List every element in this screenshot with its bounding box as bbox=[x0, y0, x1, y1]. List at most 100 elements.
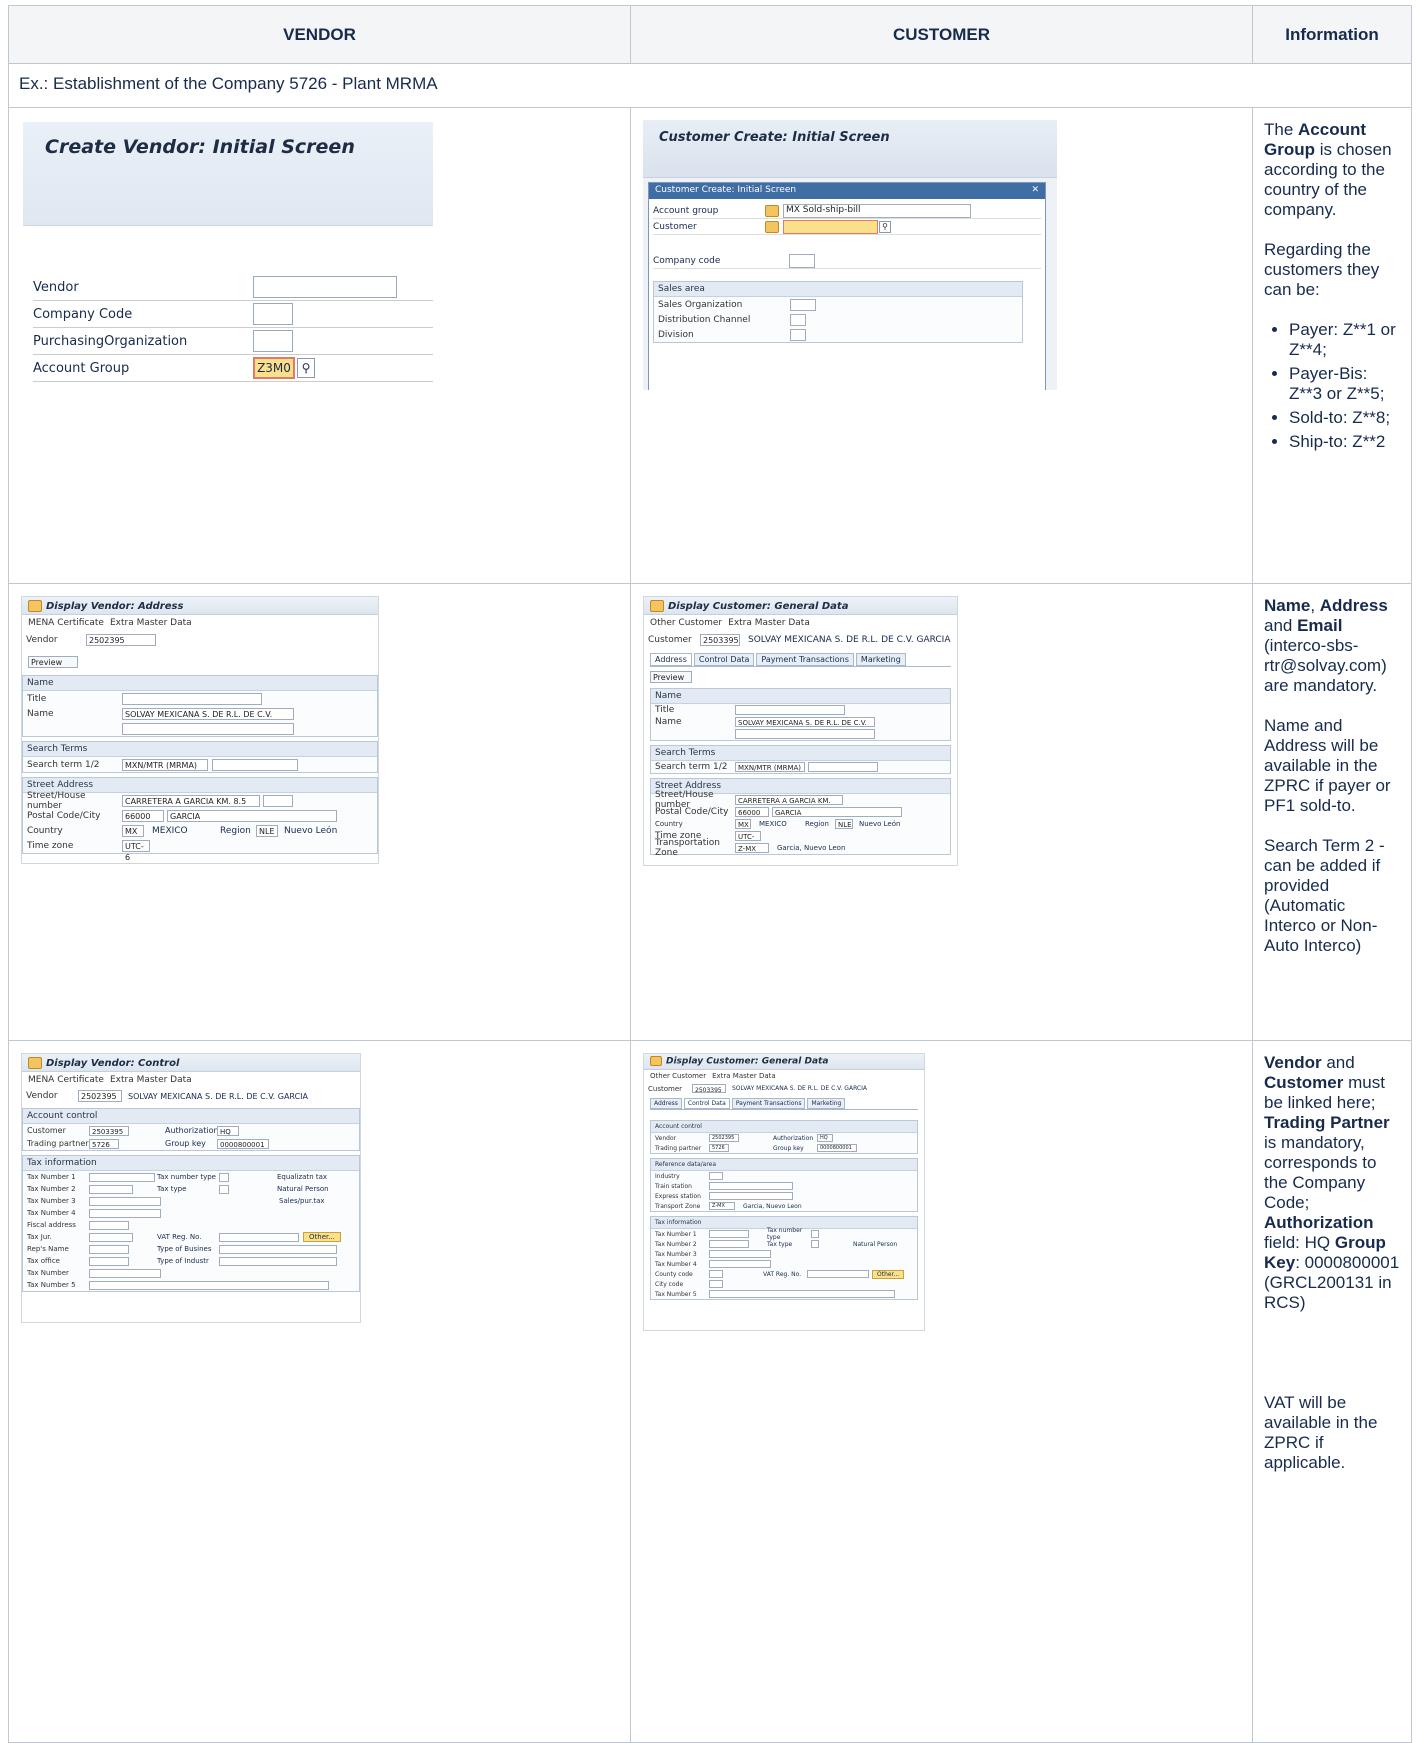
other-button[interactable]: Other... bbox=[303, 1232, 341, 1242]
natural-person-checkbox[interactable]: Natural Person bbox=[277, 1185, 329, 1193]
customer-control-title: Display Customer: General Data bbox=[666, 1056, 829, 1067]
postal-label: Postal Code/City bbox=[655, 807, 729, 817]
company-code-input[interactable] bbox=[253, 303, 293, 325]
info-address-cell: Name, Address and Email (interco-sbs-rtr… bbox=[1252, 583, 1412, 1041]
vendor-input[interactable] bbox=[253, 276, 397, 298]
tax-type-label: Tax type bbox=[157, 1185, 187, 1193]
account-control-header: Account control bbox=[23, 1109, 359, 1124]
extra-master-data-button[interactable]: Extra Master Data bbox=[110, 618, 192, 628]
tax-type-label: Tax type bbox=[767, 1240, 793, 1248]
sales-org-label: Sales Organization bbox=[658, 299, 743, 310]
street-value: CARRETERA A GARCIA KM. 8.5 bbox=[122, 794, 260, 807]
customer-label: Customer bbox=[653, 221, 697, 232]
info-linking: Vendor and Customer must be linked here;… bbox=[1264, 1053, 1400, 1312]
title-select[interactable] bbox=[735, 705, 845, 715]
row-address: Display Vendor: Address MENA Certificate… bbox=[8, 583, 1412, 1041]
type-of-business-label: Type of Busines bbox=[157, 1245, 212, 1253]
tax-office-label: Tax office bbox=[27, 1257, 60, 1265]
city-value: GARCIA bbox=[772, 807, 902, 817]
country-code: MX bbox=[122, 824, 144, 837]
tax-number-2-label: Tax Number 2 bbox=[27, 1185, 76, 1193]
tax-number-1-label: Tax Number 1 bbox=[27, 1173, 76, 1181]
tax-number-3-label: Tax Number 3 bbox=[27, 1197, 76, 1205]
sales-pur-tax-checkbox[interactable]: Sales/pur.tax bbox=[279, 1197, 325, 1205]
division-label: Division bbox=[658, 329, 694, 340]
equalization-tax-checkbox[interactable]: Equalizatn tax bbox=[277, 1173, 327, 1181]
search-term-label: Search term 1/2 bbox=[655, 762, 728, 772]
country-code: MX bbox=[735, 819, 751, 829]
sales-org-input[interactable] bbox=[790, 298, 816, 311]
info-search-term: Search Term 2 - can be added if provided… bbox=[1264, 836, 1385, 955]
info-control-cell: Vendor and Customer must be linked here;… bbox=[1252, 1040, 1412, 1743]
customer-header: CUSTOMER bbox=[630, 5, 1253, 64]
row-initial-screen: Create Vendor: Initial Screen Vendor Com… bbox=[8, 107, 1412, 584]
group-key-value: 0000800001 bbox=[217, 1138, 269, 1149]
tab-address[interactable]: Address bbox=[650, 653, 692, 666]
industry-label: Industry bbox=[655, 1172, 680, 1180]
extra-master-data-button[interactable]: Extra Master Data bbox=[728, 618, 810, 628]
close-icon[interactable]: ✕ bbox=[1031, 185, 1039, 197]
timezone-value: UTC-6 bbox=[122, 839, 150, 862]
mena-certificate-button[interactable]: MENA Certificate bbox=[28, 618, 104, 628]
tax-jur-label: Tax Jur. bbox=[27, 1233, 52, 1241]
express-station-label: Express station bbox=[655, 1192, 701, 1200]
region-code: NLE bbox=[256, 824, 278, 837]
title-select[interactable] bbox=[122, 692, 262, 705]
company-code-input[interactable] bbox=[789, 253, 815, 268]
customer-initial-cell: Customer Create: Initial Screen Customer… bbox=[630, 107, 1253, 584]
other-customer-button[interactable]: Other Customer bbox=[650, 1072, 706, 1080]
tab-control-data[interactable]: Control Data bbox=[693, 653, 755, 666]
customer-initial-dialog: Customer Create: Initial Screen ✕ Accoun… bbox=[648, 182, 1046, 390]
trading-partner-label: Trading partner bbox=[27, 1139, 89, 1148]
name-2-field bbox=[122, 722, 294, 735]
postal-value: 66000 bbox=[735, 807, 769, 817]
info-mandatory: Name, Address and Email (interco-sbs-rtr… bbox=[1264, 596, 1388, 695]
other-customer-button[interactable]: Other Customer bbox=[650, 618, 722, 628]
natural-person-checkbox[interactable]: Natural Person bbox=[853, 1241, 897, 1248]
search-group-header: Search Terms bbox=[23, 742, 377, 757]
mena-certificate-button[interactable]: MENA Certificate bbox=[28, 1075, 104, 1085]
tab-payment-transactions[interactable]: Payment Transactions bbox=[756, 653, 854, 666]
train-station-label: Train station bbox=[655, 1182, 692, 1190]
tab-marketing[interactable]: Marketing bbox=[807, 1098, 846, 1109]
transport-zone-label: Transportation Zone bbox=[655, 838, 720, 858]
dist-channel-input[interactable] bbox=[790, 313, 806, 326]
transport-zone-value: Z-MX bbox=[709, 1202, 735, 1210]
tab-address[interactable]: Address bbox=[650, 1098, 682, 1109]
search-icon[interactable]: ⚲ bbox=[297, 358, 315, 378]
division-input[interactable] bbox=[790, 328, 806, 341]
transport-zone-name: Garcia, Nuevo Leon bbox=[777, 844, 846, 852]
title-label: Title bbox=[27, 693, 47, 704]
tax-number-4-label: Tax Number 4 bbox=[27, 1209, 76, 1217]
transport-zone-label: Transport Zone bbox=[655, 1202, 701, 1210]
main-table: VENDOR CUSTOMER Information Ex.: Establi… bbox=[8, 5, 1412, 1743]
preview-button[interactable]: Preview bbox=[28, 656, 78, 668]
search-term-value: MXN/MTR (MRMA) bbox=[735, 762, 805, 772]
account-group-input[interactable]: Z3M0 bbox=[253, 357, 295, 379]
purchasing-org-input[interactable] bbox=[253, 330, 293, 352]
other-button[interactable]: Other... bbox=[872, 1269, 905, 1279]
customer-icon bbox=[765, 220, 779, 233]
tab-marketing[interactable]: Marketing bbox=[855, 653, 906, 666]
account-group-select[interactable]: MX Sold-ship-bill bbox=[783, 203, 971, 218]
customer-input[interactable] bbox=[783, 219, 878, 234]
vendor-field-label: Vendor bbox=[33, 279, 79, 295]
customer-control-screenshot: Display Customer: General Data Other Cus… bbox=[643, 1053, 925, 1331]
customer-initial-title: Customer Create: Initial Screen bbox=[659, 130, 890, 145]
account-group-icon bbox=[765, 204, 779, 217]
preview-button[interactable]: Preview bbox=[650, 671, 692, 683]
tab-payment-transactions[interactable]: Payment Transactions bbox=[731, 1098, 806, 1109]
fiscal-address-label: Fiscal address bbox=[27, 1221, 76, 1229]
purchasing-org-label: PurchasingOrganization bbox=[33, 333, 188, 349]
authorization-value: HQ bbox=[817, 1134, 833, 1142]
street-label: Street/House number bbox=[27, 790, 86, 811]
customer-type-list: Payer: Z**1 or Z**4; Payer-Bis: Z**3 or … bbox=[1264, 320, 1401, 452]
customer-general-title: Display Customer: General Data bbox=[668, 601, 849, 612]
country-label: Country bbox=[27, 825, 63, 836]
customer-value: 2503395 bbox=[700, 634, 740, 646]
tab-control-data[interactable]: Control Data bbox=[683, 1098, 730, 1109]
extra-master-data-button[interactable]: Extra Master Data bbox=[110, 1075, 192, 1085]
extra-master-data-button[interactable]: Extra Master Data bbox=[712, 1072, 776, 1080]
tax-number-type-label: Tax number type bbox=[157, 1173, 216, 1181]
search-icon[interactable]: ⚲ bbox=[879, 220, 891, 233]
